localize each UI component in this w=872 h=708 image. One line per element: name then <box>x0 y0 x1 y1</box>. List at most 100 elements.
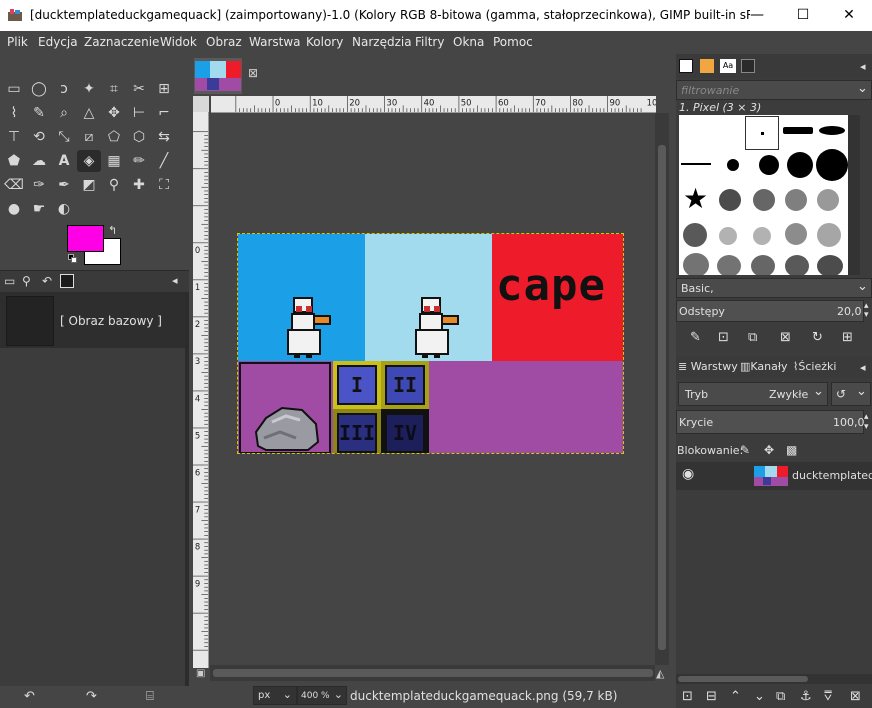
scale-icon[interactable]: ⤡ <box>52 126 76 148</box>
blur-sharpen-icon[interactable]: ◐ <box>52 198 76 220</box>
smudge-icon[interactable]: ☛ <box>27 198 51 220</box>
menu-filters[interactable]: Filtry <box>415 35 444 49</box>
vertical-scroll-thumb[interactable] <box>658 145 666 650</box>
brush-list-scrollbar[interactable] <box>848 115 860 275</box>
menu-help[interactable]: Pomoc <box>493 35 533 49</box>
reset-colors-icon[interactable] <box>68 254 78 264</box>
duplicate-brush-icon[interactable]: ⧉ <box>748 330 757 345</box>
airbrush-icon[interactable]: ✑ <box>27 174 51 196</box>
raise-layer-icon[interactable]: ⌃ <box>730 689 741 704</box>
paths-icon[interactable]: ⌇ <box>2 102 26 124</box>
menu-edit[interactable]: Edycja <box>38 35 78 49</box>
menu-colors[interactable]: Kolory <box>306 35 343 49</box>
navigate-icon[interactable]: ◭ <box>656 667 664 680</box>
lock-alpha-icon[interactable]: ▩ <box>786 443 797 457</box>
redo-icon[interactable]: ↷ <box>86 689 97 704</box>
spacing-slider[interactable]: Odstępy 20,0 <box>676 300 864 322</box>
layers-hscroll[interactable] <box>676 674 872 684</box>
brush-item[interactable] <box>785 223 807 245</box>
menu-layer[interactable]: Warstwa <box>249 35 301 49</box>
dodge-burn-icon[interactable]: ● <box>2 198 26 220</box>
dock-menu-icon[interactable]: ◂ <box>172 274 178 287</box>
crop-tool-icon[interactable]: ⌐ <box>152 102 176 124</box>
menu-view[interactable]: Widok <box>160 35 197 49</box>
horizontal-ruler[interactable]: 0 10 20 30 40 50 60 70 80 90 100 <box>211 96 656 113</box>
menu-select[interactable]: Zaznaczenie <box>84 35 159 49</box>
heal-icon[interactable]: ✚ <box>127 174 151 196</box>
brush-item[interactable] <box>717 255 741 275</box>
3d-transform-icon[interactable]: ⬡ <box>127 126 151 148</box>
brush-item[interactable] <box>759 155 779 175</box>
spin-down-icon[interactable]: ▾ <box>864 422 869 432</box>
brush-item[interactable] <box>753 227 771 245</box>
new-layer-group-icon[interactable]: ⊟ <box>706 689 717 704</box>
brush-item[interactable] <box>817 223 841 247</box>
brush-item[interactable] <box>751 255 775 275</box>
close-tab-icon[interactable]: ⊠ <box>248 66 258 80</box>
tool-options-tab-icon[interactable]: ▭ <box>4 274 15 288</box>
quick-mask-icon[interactable]: ▣ <box>196 668 205 679</box>
zoom-select[interactable]: 400 % ⌄ <box>297 686 347 705</box>
lasso-icon[interactable]: ↄ <box>52 78 76 100</box>
tab-paths[interactable]: ⌇Ścieżki <box>793 360 836 373</box>
close-button[interactable]: ✕ <box>826 0 872 31</box>
lock-pixels-icon[interactable]: ✎ <box>740 443 750 457</box>
measure-icon[interactable]: △ <box>77 102 101 124</box>
merge-layer-icon[interactable]: ⩢ <box>824 689 832 704</box>
image-canvas[interactable]: cape I II III IV <box>237 233 624 454</box>
brush-item[interactable] <box>683 223 707 247</box>
fuzzy-select-icon[interactable]: ✦ <box>77 78 101 100</box>
lower-layer-icon[interactable]: ⌄ <box>754 689 765 704</box>
brush-item[interactable] <box>719 189 741 211</box>
anchor-layer-icon[interactable]: ⚓ <box>800 689 812 704</box>
perspective-icon[interactable]: ⬠ <box>102 126 126 148</box>
tab-channels[interactable]: ▥Kanały <box>740 360 788 373</box>
dock-menu-icon[interactable]: ◂ <box>860 361 866 374</box>
fonts-tab-icon[interactable]: Aa <box>720 59 736 73</box>
brush-item[interactable] <box>753 189 775 211</box>
brush-item[interactable] <box>819 126 845 135</box>
ink-icon[interactable]: ✒ <box>52 174 76 196</box>
swap-colors-icon[interactable]: ↰ <box>108 224 117 237</box>
brush-item[interactable] <box>727 159 739 171</box>
move-icon[interactable]: ✥ <box>102 102 126 124</box>
device-status-tab-icon[interactable]: ⚲ <box>22 274 31 288</box>
crop-icon[interactable]: ⌗ <box>102 78 126 100</box>
brush-preset-select[interactable]: Basic, ⌄ <box>676 278 872 298</box>
brush-item[interactable] <box>817 255 843 275</box>
opacity-slider[interactable]: Krycie 100,0 <box>676 410 865 434</box>
eraser-icon[interactable]: ⌫ <box>2 174 26 196</box>
brush-item[interactable] <box>816 149 848 181</box>
foreground-color-swatch[interactable] <box>67 225 104 252</box>
clone-icon[interactable]: ⚲ <box>102 174 126 196</box>
menu-windows[interactable]: Okna <box>453 35 484 49</box>
undo-icon[interactable]: ↶ <box>24 689 35 704</box>
spin-down-icon[interactable]: ▾ <box>864 310 869 320</box>
dock-menu-icon[interactable]: ◂ <box>860 60 866 73</box>
zoom-icon[interactable]: ⌕ <box>52 102 76 124</box>
warp-icon[interactable]: ☁ <box>27 150 51 172</box>
brush-item[interactable] <box>817 189 839 211</box>
brush-item[interactable] <box>683 253 709 275</box>
foreground-select-icon[interactable]: ⊞ <box>152 78 176 100</box>
menu-file[interactable]: Plik <box>7 35 28 49</box>
spin-up-icon[interactable]: ▴ <box>864 412 869 422</box>
brush-item[interactable] <box>785 255 809 275</box>
refresh-brushes-icon[interactable]: ↻ <box>812 330 823 345</box>
patterns-tab-icon[interactable] <box>700 59 714 73</box>
delete-brush-icon[interactable]: ⊠ <box>780 330 791 345</box>
pencil-icon[interactable]: ╱ <box>152 150 176 172</box>
brushes-tab-icon[interactable] <box>679 59 693 73</box>
layer-mode-extra-select[interactable]: ↺ ⌄ <box>831 382 871 406</box>
cage-transform-icon[interactable]: ⬟ <box>2 150 26 172</box>
shear-icon[interactable]: ⧄ <box>77 126 101 148</box>
brush-filter-input[interactable]: filtrowanie ⌄ <box>676 80 872 100</box>
text-icon[interactable]: A <box>52 150 76 172</box>
perspective-clone-icon[interactable]: ⛶ <box>152 174 176 196</box>
open-brush-as-image-icon[interactable]: ⊞ <box>842 330 853 345</box>
layers-hscroll-thumb[interactable] <box>678 676 808 682</box>
edit-brush-icon[interactable]: ✎ <box>690 330 701 345</box>
maximize-button[interactable]: ☐ <box>780 0 826 31</box>
brush-item[interactable] <box>783 127 813 134</box>
vertical-scrollbar[interactable] <box>655 113 669 665</box>
